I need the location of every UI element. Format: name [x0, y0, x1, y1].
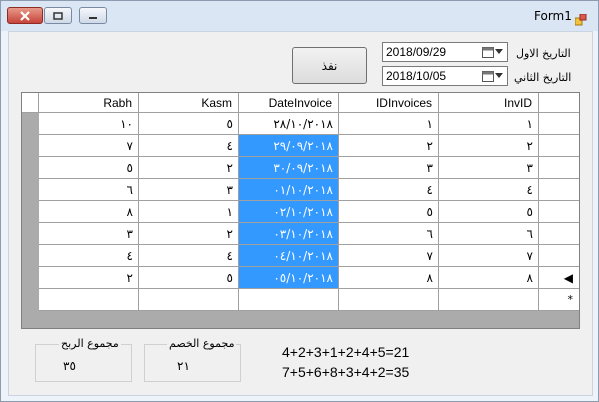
cell-invid[interactable]: ٧: [439, 245, 539, 267]
discount-sum-label: مجموع الخصم: [167, 337, 237, 350]
cell-rabh[interactable]: ١٠: [39, 113, 139, 135]
cell-rabh[interactable]: ٣: [39, 223, 139, 245]
new-cell-kasm[interactable]: [139, 289, 239, 311]
cell-invid[interactable]: ٥: [439, 201, 539, 223]
maximize-button[interactable]: [44, 7, 72, 24]
discount-sum-value: ٢١: [177, 359, 190, 373]
profit-formula: 7+5+6+8+3+4+2=35: [282, 364, 410, 380]
new-cell-dateinvoice[interactable]: [239, 289, 339, 311]
cell-invid[interactable]: ٤: [439, 179, 539, 201]
cell-idinvoices[interactable]: ٨: [339, 267, 439, 289]
minimize-icon: [80, 8, 106, 23]
restore-icon: [45, 8, 71, 23]
invoices-grid[interactable]: Rabh Kasm DateInvoice IDInvoices InvID ١…: [21, 92, 580, 329]
cell-dateinvoice[interactable]: ٣٠/٠٩/٢٠١٨: [239, 157, 339, 179]
new-cell-rabh[interactable]: [39, 289, 139, 311]
current-row-marker[interactable]: ◀: [539, 267, 579, 289]
close-button[interactable]: [7, 7, 43, 24]
column-header-dateinvoice[interactable]: DateInvoice: [239, 93, 339, 113]
cell-invid[interactable]: ٦: [439, 223, 539, 245]
cell-invid[interactable]: ٢: [439, 135, 539, 157]
calendar-icon: [482, 70, 494, 82]
row-header[interactable]: [539, 135, 579, 157]
cell-kasm[interactable]: ١: [139, 201, 239, 223]
cell-idinvoices[interactable]: ٧: [339, 245, 439, 267]
row-header[interactable]: [539, 157, 579, 179]
cell-dateinvoice[interactable]: ٠١/١٠/٢٠١٨: [239, 179, 339, 201]
row-header-column-top: [539, 93, 579, 113]
cell-kasm[interactable]: ٢: [139, 157, 239, 179]
date-from-value: 2018/09/29: [386, 45, 447, 59]
row-header[interactable]: [539, 113, 579, 135]
apply-button[interactable]: نفذ: [292, 47, 367, 84]
cell-dateinvoice[interactable]: ٠٢/١٠/٢٠١٨: [239, 201, 339, 223]
cell-idinvoices[interactable]: ٢: [339, 135, 439, 157]
grid-corner[interactable]: [22, 93, 39, 113]
title-bar: Form1: [1, 1, 598, 31]
new-cell-invid[interactable]: [439, 289, 539, 311]
cell-invid[interactable]: ٣: [439, 157, 539, 179]
cell-rabh[interactable]: ٨: [39, 201, 139, 223]
cell-kasm[interactable]: ٤: [139, 135, 239, 157]
cell-kasm[interactable]: ٥: [139, 113, 239, 135]
cell-kasm[interactable]: ٣: [139, 179, 239, 201]
date-from-label: التاريخ الاول: [516, 47, 571, 60]
date-to-label: التاريخ الثاني: [514, 71, 572, 84]
profit-sum-value: ٣٥: [63, 359, 76, 373]
cell-rabh[interactable]: ٥: [39, 157, 139, 179]
cell-dateinvoice[interactable]: ٠٣/١٠/٢٠١٨: [239, 223, 339, 245]
cell-dateinvoice[interactable]: ٢٨/١٠/٢٠١٨: [239, 113, 339, 135]
column-header-rabh[interactable]: Rabh: [39, 93, 139, 113]
cell-idinvoices[interactable]: ٦: [339, 223, 439, 245]
row-header[interactable]: [539, 245, 579, 267]
minimize-button[interactable]: [79, 7, 107, 24]
chevron-down-icon[interactable]: [495, 49, 503, 54]
cell-idinvoices[interactable]: ١: [339, 113, 439, 135]
cell-idinvoices[interactable]: ٤: [339, 179, 439, 201]
cell-rabh[interactable]: ٢: [39, 267, 139, 289]
cell-rabh[interactable]: ٦: [39, 179, 139, 201]
cell-idinvoices[interactable]: ٥: [339, 201, 439, 223]
date-to-value: 2018/10/05: [386, 69, 447, 83]
discount-formula: 4+2+3+1+2+4+5=21: [282, 344, 410, 360]
cell-kasm[interactable]: ٢: [139, 223, 239, 245]
calendar-icon: [482, 46, 494, 58]
new-cell-idinvoices[interactable]: [339, 289, 439, 311]
chevron-down-icon[interactable]: [495, 73, 503, 78]
cell-kasm[interactable]: ٤: [139, 245, 239, 267]
date-from-picker[interactable]: 2018/09/29: [382, 42, 508, 62]
app-icon: [574, 11, 587, 26]
cell-dateinvoice[interactable]: ٢٩/٠٩/٢٠١٨: [239, 135, 339, 157]
date-to-picker[interactable]: 2018/10/05: [382, 66, 508, 86]
main-window: Form1 نفذ 2018/09/29 التاريخ الاول 2018/…: [0, 0, 599, 402]
cell-invid[interactable]: ٨: [439, 267, 539, 289]
row-header[interactable]: [539, 179, 579, 201]
close-icon: [8, 8, 42, 23]
row-header[interactable]: [539, 201, 579, 223]
cell-idinvoices[interactable]: ٣: [339, 157, 439, 179]
cell-invid[interactable]: ١: [439, 113, 539, 135]
cell-kasm[interactable]: ٥: [139, 267, 239, 289]
column-header-idinvoices[interactable]: IDInvoices: [339, 93, 439, 113]
cell-dateinvoice[interactable]: ٠٤/١٠/٢٠١٨: [239, 245, 339, 267]
row-header[interactable]: [539, 223, 579, 245]
new-row-marker[interactable]: *: [539, 289, 579, 311]
column-header-invid[interactable]: InvID: [439, 93, 539, 113]
cell-dateinvoice[interactable]: ٠٥/١٠/٢٠١٨: [239, 267, 339, 289]
column-header-kasm[interactable]: Kasm: [139, 93, 239, 113]
cell-rabh[interactable]: ٧: [39, 135, 139, 157]
window-title: Form1: [534, 9, 572, 23]
profit-sum-label: مجموع الربح: [59, 337, 121, 350]
cell-rabh[interactable]: ٤: [39, 245, 139, 267]
